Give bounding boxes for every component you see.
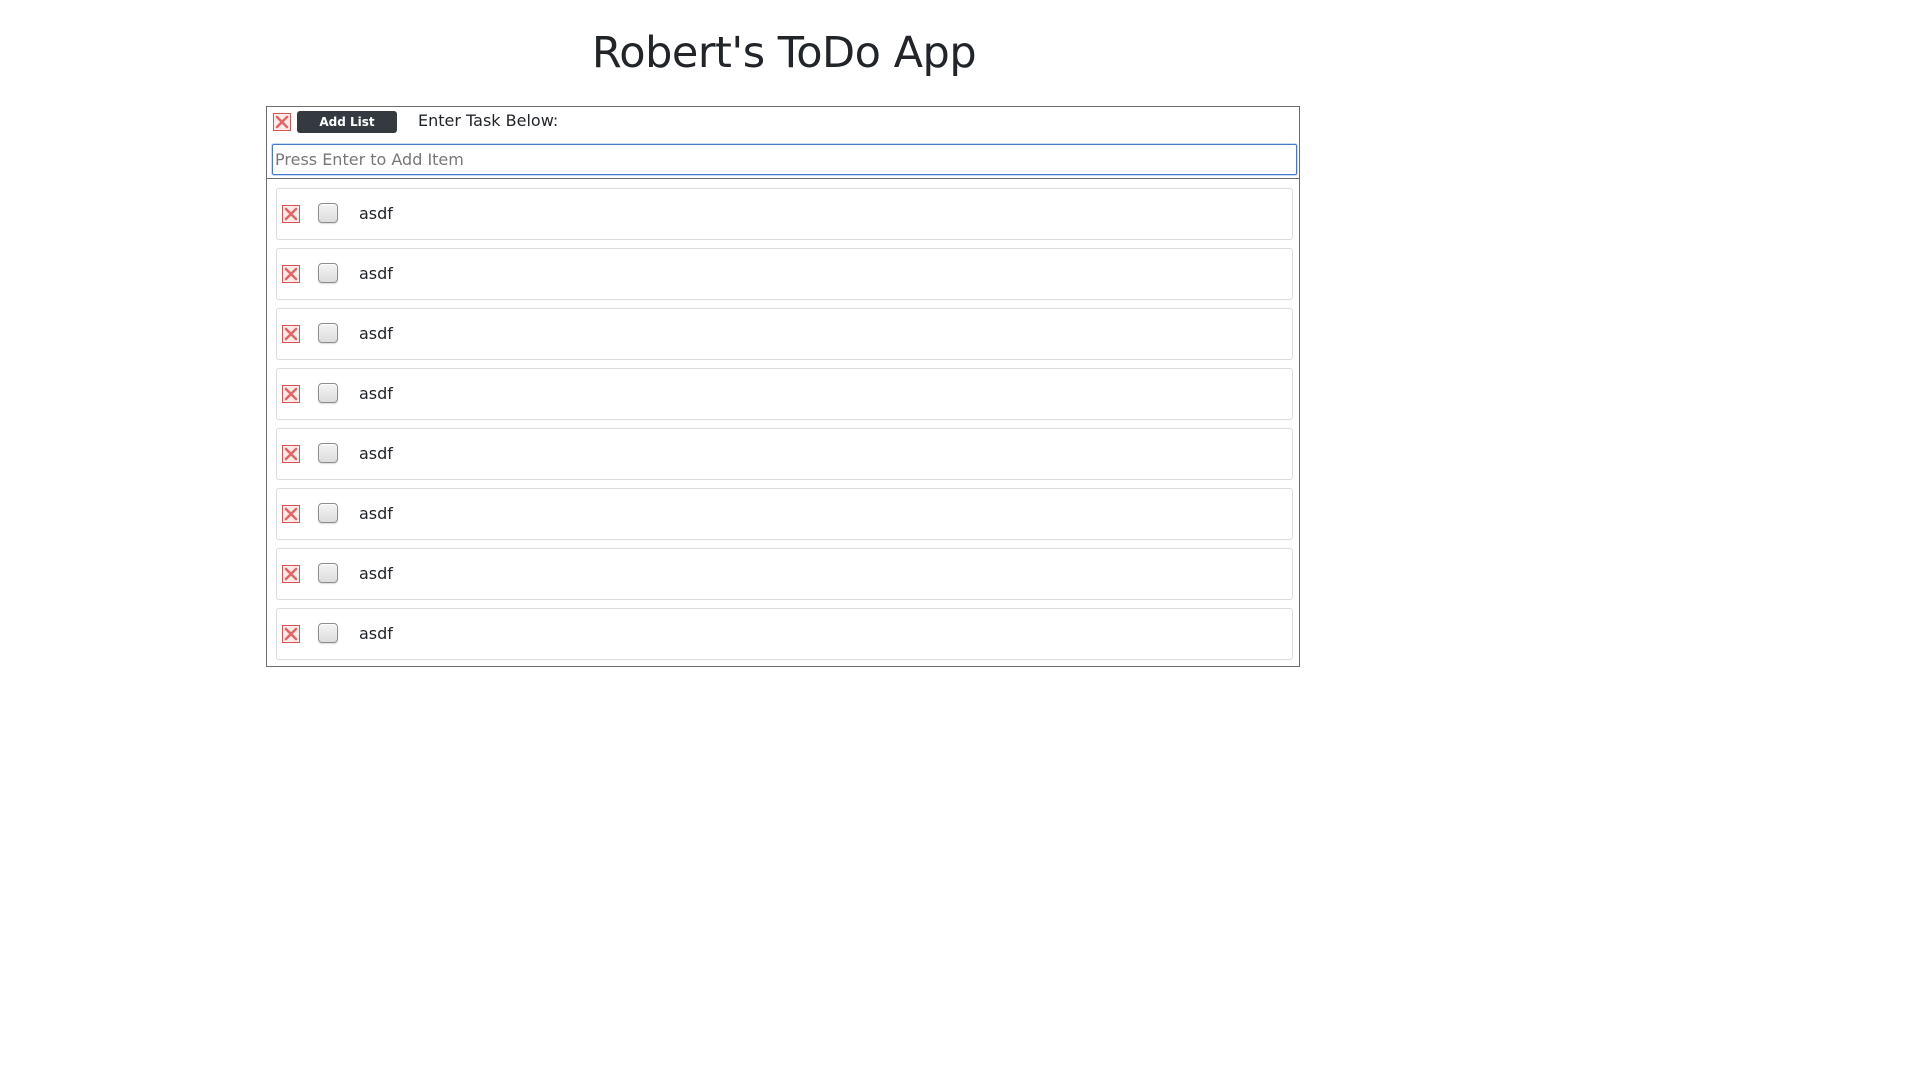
add-list-button[interactable]: Add List bbox=[297, 111, 397, 133]
close-x-icon bbox=[284, 387, 298, 401]
close-x-icon bbox=[284, 327, 298, 341]
task-text: asdf bbox=[359, 264, 393, 283]
close-x-icon bbox=[275, 115, 289, 129]
close-x-icon bbox=[284, 207, 298, 221]
close-x-icon bbox=[284, 447, 298, 461]
delete-task-button[interactable] bbox=[282, 625, 300, 643]
task-text: asdf bbox=[359, 624, 393, 643]
task-checkbox[interactable] bbox=[318, 263, 338, 283]
list-header: Add List Enter Task Below: bbox=[267, 107, 1299, 179]
task-checkbox[interactable] bbox=[318, 503, 338, 523]
delete-task-button[interactable] bbox=[282, 325, 300, 343]
task-item: asdf bbox=[276, 248, 1293, 300]
delete-task-button[interactable] bbox=[282, 205, 300, 223]
task-checkbox[interactable] bbox=[318, 203, 338, 223]
task-item: asdf bbox=[276, 308, 1293, 360]
task-item: asdf bbox=[276, 488, 1293, 540]
new-task-input[interactable] bbox=[272, 144, 1297, 175]
delete-task-button[interactable] bbox=[282, 565, 300, 583]
todo-list-panel: Add List Enter Task Below: asdfasdfasdfa… bbox=[266, 106, 1300, 667]
task-text: asdf bbox=[359, 384, 393, 403]
task-checkbox[interactable] bbox=[318, 323, 338, 343]
task-text: asdf bbox=[359, 204, 393, 223]
delete-list-button[interactable] bbox=[273, 113, 291, 131]
task-item: asdf bbox=[276, 428, 1293, 480]
task-text: asdf bbox=[359, 444, 393, 463]
close-x-icon bbox=[284, 267, 298, 281]
close-x-icon bbox=[284, 627, 298, 641]
task-item: asdf bbox=[276, 188, 1293, 240]
task-checkbox[interactable] bbox=[318, 623, 338, 643]
task-item: asdf bbox=[276, 608, 1293, 660]
task-item: asdf bbox=[276, 548, 1293, 600]
task-checkbox[interactable] bbox=[318, 383, 338, 403]
task-list: asdf asdf asdf asdf asdf asdf asdf asdf bbox=[276, 188, 1293, 668]
task-checkbox[interactable] bbox=[318, 563, 338, 583]
task-text: asdf bbox=[359, 324, 393, 343]
page-title: Robert's ToDo App bbox=[591, 28, 977, 78]
delete-task-button[interactable] bbox=[282, 265, 300, 283]
delete-task-button[interactable] bbox=[282, 505, 300, 523]
delete-task-button[interactable] bbox=[282, 385, 300, 403]
delete-task-button[interactable] bbox=[282, 445, 300, 463]
task-checkbox[interactable] bbox=[318, 443, 338, 463]
close-x-icon bbox=[284, 507, 298, 521]
task-text: asdf bbox=[359, 504, 393, 523]
close-x-icon bbox=[284, 567, 298, 581]
task-text: asdf bbox=[359, 564, 393, 583]
task-item: asdf bbox=[276, 368, 1293, 420]
enter-task-label: Enter Task Below: bbox=[418, 111, 559, 130]
